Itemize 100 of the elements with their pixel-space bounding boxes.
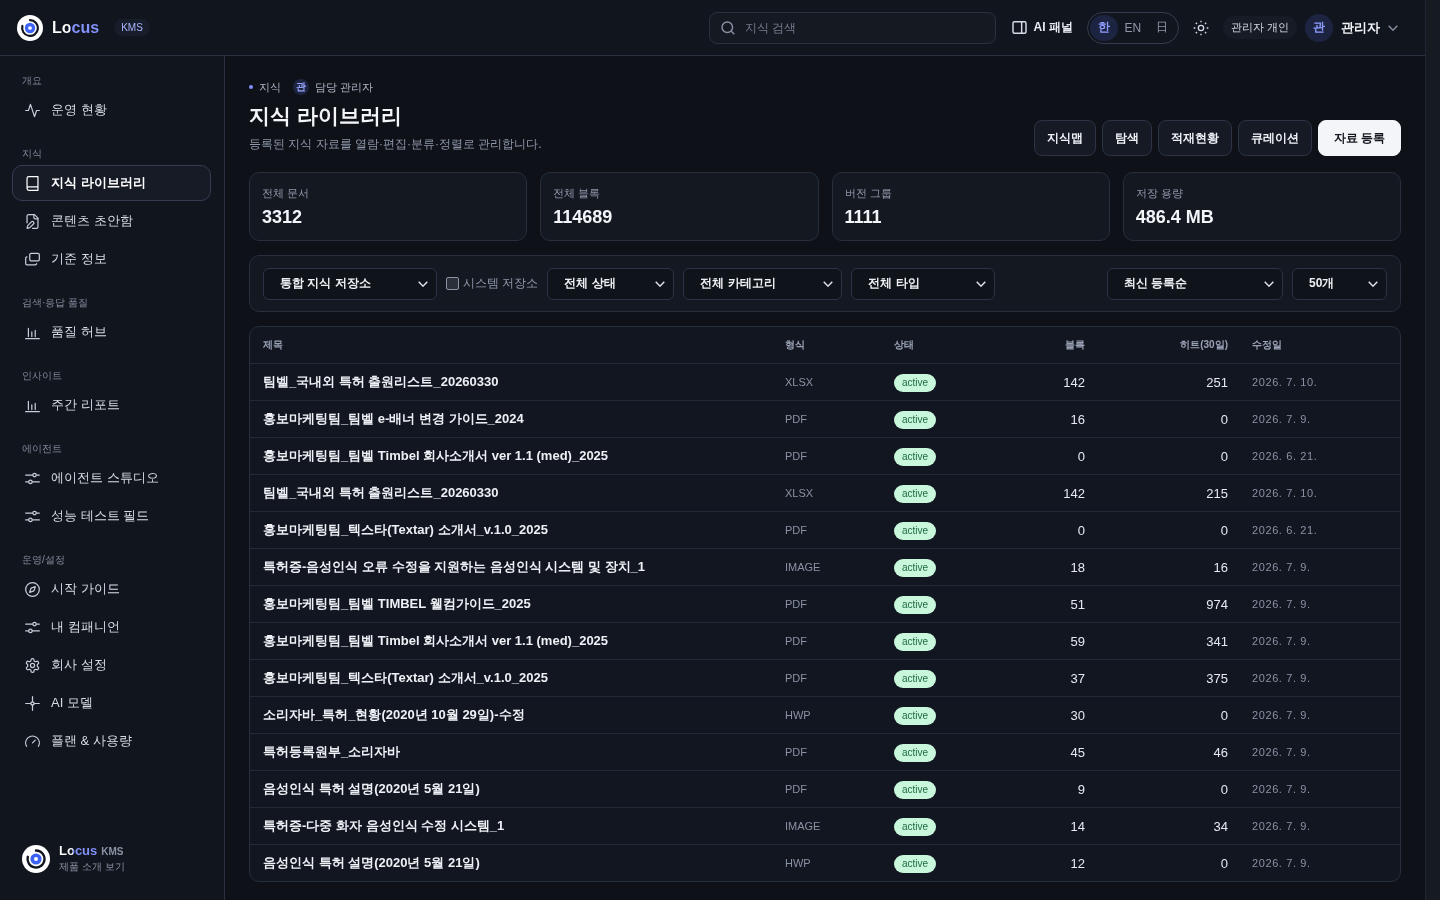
section-label: 지식 [21, 147, 42, 161]
language-option[interactable]: EN [1118, 14, 1147, 41]
section-label: 인사이트 [21, 369, 62, 383]
stat-label: 버전 그룹 [844, 186, 892, 200]
table-cell: PDF [785, 524, 807, 536]
nav-item[interactable]: 지식 라이브러리 [12, 165, 211, 201]
table-cell: 2026. 7. 9. [1252, 561, 1311, 573]
chevron-down-icon [976, 280, 987, 287]
action-button[interactable]: 큐레이션 [1237, 120, 1312, 156]
table-cell: PDF [785, 450, 807, 462]
checkbox-label[interactable]: 시스템 저장소 [463, 275, 539, 292]
nav-item[interactable]: 운영 현황 [12, 92, 211, 128]
table-cell: 2026. 6. 21. [1252, 450, 1318, 462]
status-badge: active [894, 707, 937, 725]
table-cell: 16 [1070, 411, 1085, 427]
table-cell: 251 [1206, 374, 1228, 390]
table-cell: 30 [1070, 707, 1085, 723]
table-cell: 34 [1213, 818, 1228, 834]
table-cell: 팀벨_국내외 특허 출원리스트_20260330 [263, 484, 499, 502]
dropdown[interactable]: 전체 카테고리 [683, 267, 843, 300]
scrollbar-track[interactable] [1425, 0, 1440, 900]
language-option[interactable]: 日 [1147, 14, 1176, 41]
nav-item[interactable]: 에이전트 스튜디오 [12, 460, 211, 496]
table-cell: 142 [1063, 374, 1085, 390]
status-badge: active [894, 855, 937, 873]
nav-item[interactable]: 회사 설정 [12, 647, 211, 683]
table-cell: 51 [1070, 596, 1085, 612]
dropdown[interactable]: 50개 [1292, 267, 1387, 300]
register-button[interactable]: 자료 등록 [1317, 120, 1401, 156]
bullet-icon [249, 85, 253, 89]
nav-item[interactable]: 플랜 & 사용량 [12, 723, 211, 759]
table-cell: 142 [1063, 485, 1085, 501]
stat-value: 486.4 MB [1135, 206, 1214, 228]
table-cell: 2026. 7. 10. [1252, 376, 1318, 388]
chevron-down-icon [823, 280, 834, 287]
nav-item[interactable]: 내 컴패니언 [12, 609, 211, 645]
table-cell: 14 [1070, 818, 1085, 834]
status-badge: active [894, 818, 937, 836]
nav-item[interactable]: 콘텐츠 초안함 [12, 203, 211, 239]
checkbox[interactable] [446, 277, 459, 290]
avatar: 관 [293, 79, 309, 95]
nav-item[interactable]: 성능 테스트 필드 [12, 498, 211, 534]
sliders-icon [25, 470, 40, 486]
language-option[interactable]: 한 [1089, 14, 1118, 41]
dropdown[interactable]: 통합 지식 저장소 [263, 267, 437, 300]
table-cell: 45 [1070, 744, 1085, 760]
table-cell: 18 [1070, 559, 1085, 575]
nav-item[interactable]: 시작 가이드 [12, 571, 211, 607]
table-cell: 37 [1070, 670, 1085, 686]
product-intro-link[interactable]: 제품 소개 보기 [59, 860, 125, 874]
section-label: 개요 [21, 74, 42, 88]
table-cell: PDF [785, 635, 807, 647]
logo-icon [22, 844, 50, 873]
ai-panel-button[interactable]: AI 패널 [1011, 15, 1073, 40]
status-badge: active [894, 411, 937, 429]
brand-name: Locus [59, 843, 98, 858]
dropdown[interactable]: 전체 타입 [851, 267, 996, 300]
user-name[interactable]: 관리자 [1341, 18, 1380, 37]
column-header: 수정일 [1252, 338, 1282, 352]
page-subtitle: 등록된 지식 자료를 열람·편집·분류·정렬로 관리합니다. [249, 136, 542, 152]
action-button[interactable]: 지식맵 [1033, 120, 1096, 156]
table-cell: 특허등록원부_소리자바 [263, 743, 401, 761]
nav-item[interactable]: AI 모델 [12, 685, 211, 721]
sparkle-icon [25, 695, 40, 711]
search-field[interactable]: 지식 검색 [708, 11, 996, 44]
action-button[interactable]: 적재현황 [1157, 120, 1232, 156]
sun-icon[interactable] [1192, 19, 1209, 36]
nav-item[interactable]: 주간 리포트 [12, 387, 211, 423]
dropdown[interactable]: 최신 등록순 [1107, 267, 1283, 300]
nav-item[interactable]: 기준 정보 [12, 241, 211, 277]
status-badge: active [894, 559, 937, 577]
avatar[interactable]: 관 [1305, 13, 1333, 42]
table-cell: 2026. 7. 9. [1252, 820, 1311, 832]
column-header: 제목 [263, 338, 283, 352]
nav-item[interactable]: 품질 허브 [12, 314, 211, 350]
stat-value: 114689 [553, 206, 613, 228]
stat-value: 1111 [844, 206, 882, 228]
status-badge: active [894, 522, 937, 540]
table-cell: PDF [785, 746, 807, 758]
dropdown[interactable]: 전체 상태 [547, 267, 675, 300]
chevron-down-icon [1264, 280, 1274, 287]
table-cell: 특허증-음성인식 오류 수정을 지원하는 음성인식 시스템 및 장치_1 [263, 558, 646, 576]
chevron-down-icon [1368, 280, 1378, 287]
table-cell: 홍보마케팅팀_텍스타(Textar) 소개서_v.1.0_2025 [263, 669, 548, 687]
table-cell: 0 [1077, 448, 1085, 464]
section-label: 에이전트 [21, 442, 62, 456]
column-header: 상태 [894, 338, 914, 352]
table-cell: 2026. 7. 9. [1252, 746, 1311, 758]
table-cell: 홍보마케팅팀_팀벨 Timbel 회사소개서 ver 1.1 (med)_2025 [263, 447, 609, 465]
action-button[interactable]: 탐색 [1101, 120, 1152, 156]
stat-label: 저장 용량 [1135, 186, 1183, 200]
table-cell: 음성인식 특허 설명(2020년 5월 21일) [263, 780, 480, 798]
status-badge: active [894, 448, 937, 466]
status-badge: active [894, 633, 937, 651]
table-cell: 홍보마케팅팀_팀벨 TIMBEL 웰컴가이드_2025 [263, 595, 531, 613]
table-cell: 46 [1213, 744, 1228, 760]
table-cell: IMAGE [785, 561, 821, 573]
table-cell: 2026. 7. 9. [1252, 635, 1311, 647]
table-cell: PDF [785, 783, 807, 795]
column-header: 히트(30일) [1180, 338, 1228, 352]
